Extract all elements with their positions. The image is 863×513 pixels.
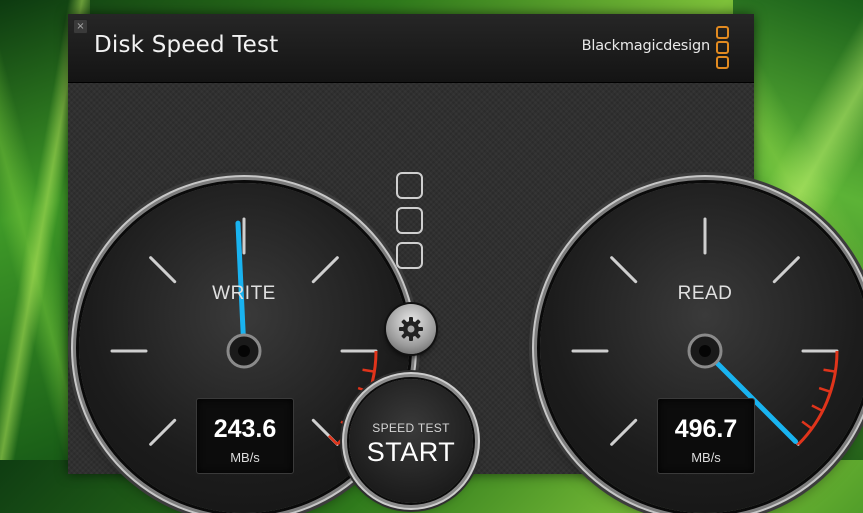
title-bar: Disk Speed Test Blackmagicdesign — [68, 14, 754, 83]
read-needle-pivot — [699, 345, 711, 357]
read-redline-tick — [801, 420, 813, 430]
blackmagic-emblem-icon — [396, 172, 424, 277]
read-major-tick — [610, 256, 638, 284]
write-gauge-label: WRITE — [212, 283, 276, 304]
read-speed-readout: 496.7 MB/s — [657, 398, 755, 474]
write-redline-tick — [357, 386, 370, 393]
write-needle-pivot — [238, 345, 250, 357]
read-redline-tick — [818, 386, 831, 393]
write-major-tick — [311, 256, 339, 284]
brand-name: Blackmagicdesign — [581, 38, 711, 54]
gear-icon — [399, 317, 423, 341]
write-speed-value: 243.6 — [213, 415, 277, 443]
read-major-tick — [610, 418, 638, 446]
read-major-tick — [772, 256, 800, 284]
read-speed-value: 496.7 — [674, 415, 738, 443]
app-title: Disk Speed Test — [94, 32, 279, 58]
start-button-caption: SPEED TEST — [372, 421, 450, 435]
read-gauge-label: READ — [677, 283, 733, 304]
write-major-tick — [149, 256, 177, 284]
read-redline-tick — [823, 368, 836, 373]
read-redline-tick — [811, 404, 824, 413]
write-speed-unit: MB/s — [230, 450, 260, 465]
read-gauge: READ 496.7 MB/s — [540, 183, 863, 513]
write-redline-tick — [327, 434, 339, 446]
write-major-tick — [149, 418, 177, 446]
settings-button[interactable] — [386, 304, 436, 354]
close-window-button[interactable]: × — [73, 19, 88, 34]
write-redline-tick — [362, 368, 375, 373]
blackmagic-logo-icon — [716, 26, 730, 71]
start-button-label: START — [366, 437, 456, 467]
write-speed-readout: 243.6 MB/s — [196, 398, 294, 474]
start-speed-test-button[interactable]: SPEED TEST START — [349, 379, 473, 503]
disk-speed-test-window: Disk Speed Test Blackmagicdesign WRITE 2… — [68, 14, 863, 513]
read-speed-unit: MB/s — [691, 450, 721, 465]
main-panel: WRITE 243.6 MB/s SPEED TEST START READ 4… — [68, 83, 863, 513]
read-redline-arc — [797, 350, 839, 446]
